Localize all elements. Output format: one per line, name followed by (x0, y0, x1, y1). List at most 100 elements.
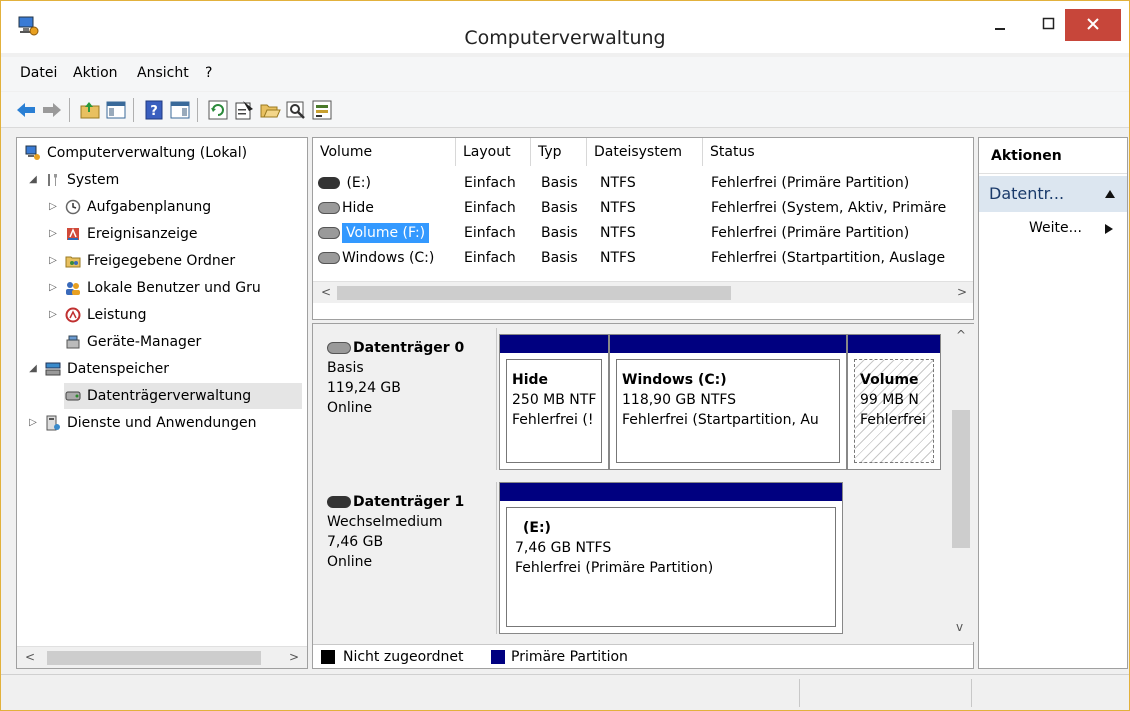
primary-partition-bar (848, 335, 940, 353)
actions-more-item[interactable]: Weite... (979, 214, 1127, 242)
tree-item-geraete-manager[interactable]: Geräte-Manager (17, 329, 307, 355)
tree-item-lokale-benutzer[interactable]: ▷ Lokale Benutzer und Gru (17, 275, 307, 301)
tree-item-datentraegerverwaltung[interactable]: Datenträgerverwaltung (64, 383, 302, 409)
collapsed-arrow-icon[interactable]: ▷ (47, 302, 59, 328)
collapsed-arrow-icon[interactable]: ▷ (47, 248, 59, 274)
disk-volume-icon (318, 252, 340, 264)
scroll-down-icon[interactable]: v (956, 620, 963, 634)
column-header-typ[interactable]: Typ (531, 138, 587, 166)
scrollbar-thumb[interactable] (952, 410, 970, 548)
column-header-status[interactable]: Status (703, 138, 973, 166)
scroll-right-icon[interactable]: > (957, 285, 967, 299)
partition-status: Fehlerfrei (Primäre Partition) (515, 560, 714, 576)
menu-ansicht[interactable]: Ansicht (137, 65, 189, 81)
minimize-button[interactable] (981, 9, 1021, 41)
partition-status: Fehlerfrei (Startpartition, Au (622, 412, 819, 428)
show-action-pane-icon[interactable] (169, 99, 191, 121)
scroll-up-icon[interactable]: ^ (956, 328, 966, 342)
disk-size: 119,24 GB (327, 380, 401, 396)
partition-e[interactable]: (E:) 7,46 GB NTFS Fehlerfrei (Primäre Pa… (499, 482, 843, 634)
scrollbar-thumb[interactable] (47, 651, 261, 665)
tree-item-datenspeicher[interactable]: ◢ Datenspeicher (17, 356, 307, 382)
expanded-arrow-icon[interactable]: ◢ (27, 356, 39, 382)
collapse-arrow-icon[interactable] (1105, 190, 1115, 198)
search-icon[interactable] (285, 99, 307, 121)
tree-item-aufgabenplanung[interactable]: ▷ Aufgabenplanung (17, 194, 307, 220)
menu-aktion[interactable]: Aktion (73, 65, 118, 81)
tree-label: System (67, 172, 120, 188)
tree-item-freigegebene-ordner[interactable]: ▷ Freigegebene Ordner (17, 248, 307, 274)
list-row[interactable]: (E:) Einfach Basis NTFS Fehlerfrei (Prim… (314, 170, 974, 196)
tree-item-system[interactable]: ◢ System (17, 167, 307, 193)
help-icon[interactable]: ? (143, 99, 165, 121)
tree-label: Ereignisanzeige (87, 226, 198, 242)
list-row-selected[interactable]: Volume (F:) Einfach Basis NTFS Fehlerfre… (314, 220, 974, 246)
show-tree-icon[interactable] (105, 99, 127, 121)
tree-item-leistung[interactable]: ▷ Leistung (17, 302, 307, 328)
partition-volume-f[interactable]: Volume 99 MB N Fehlerfrei (847, 334, 941, 470)
tree-item-dienste[interactable]: ▷ Dienste und Anwendungen (17, 410, 307, 436)
graph-vertical-scrollbar[interactable]: ^ v (948, 324, 974, 642)
device-manager-icon (66, 335, 80, 349)
volume-name: Volume (F:) (342, 223, 430, 243)
partition-size: 118,90 GB NTFS (622, 392, 737, 408)
close-button[interactable] (1065, 9, 1121, 41)
refresh-icon[interactable] (207, 99, 229, 121)
legend-primary: Primäre Partition (511, 649, 628, 665)
column-header-dateisystem[interactable]: Dateisystem (587, 138, 703, 166)
primary-partition-bar (500, 335, 608, 353)
disk-size: 7,46 GB (327, 534, 384, 550)
forward-icon[interactable] (41, 99, 63, 121)
partition-hide[interactable]: Hide 250 MB NTF Fehlerfrei (! (499, 334, 609, 470)
tree-horizontal-scrollbar[interactable]: < > (17, 646, 307, 668)
maximize-button[interactable] (1029, 9, 1069, 41)
disk-name: Datenträger 0 (353, 340, 465, 356)
expanded-arrow-icon[interactable]: ◢ (27, 167, 39, 193)
svg-text:?: ? (150, 104, 158, 119)
menu-help[interactable]: ? (205, 65, 212, 81)
collapsed-arrow-icon[interactable]: ▷ (47, 221, 59, 247)
volume-name: (E:) (346, 175, 371, 191)
actions-title: Aktionen (979, 138, 1127, 174)
partition-name: Hide (512, 372, 549, 388)
disk-volume-icon (327, 342, 351, 354)
scrollbar-thumb[interactable] (337, 286, 731, 300)
primary-partition-bar (610, 335, 846, 353)
disk-settings-icon[interactable] (311, 99, 333, 121)
collapsed-arrow-icon[interactable]: ▷ (27, 410, 39, 436)
partition-windows[interactable]: Windows (C:) 118,90 GB NTFS Fehlerfrei (… (609, 334, 847, 470)
collapsed-arrow-icon[interactable]: ▷ (47, 275, 59, 301)
filesystem-cell: NTFS (600, 250, 636, 266)
disk-graphical-view: Datenträger 0 Basis 119,24 GB Online Hid… (312, 323, 974, 669)
scroll-left-icon[interactable]: < (25, 650, 35, 664)
back-icon[interactable] (15, 99, 37, 121)
disk-volume-icon (318, 202, 340, 214)
services-icon (46, 415, 60, 431)
actions-section-header[interactable]: Datentr... (979, 176, 1127, 212)
tree-label: Datenträgerverwaltung (87, 388, 252, 404)
tree-label: Aufgabenplanung (87, 199, 212, 215)
menu-datei[interactable]: Datei (20, 65, 57, 81)
scroll-right-icon[interactable]: > (289, 650, 299, 664)
list-horizontal-scrollbar[interactable]: < > (313, 281, 973, 303)
collapsed-arrow-icon[interactable]: ▷ (47, 194, 59, 220)
primary-partition-bar (500, 483, 842, 501)
tree-item-computerverwaltung[interactable]: Computerverwaltung (Lokal) (17, 140, 307, 166)
up-folder-icon[interactable] (79, 99, 101, 121)
menu-bar: Datei Aktion Ansicht ? (1, 57, 1129, 91)
open-icon[interactable] (259, 99, 281, 121)
disk-1-info[interactable]: Datenträger 1 Wechselmedium 7,46 GB Onli… (317, 482, 497, 634)
scroll-left-icon[interactable]: < (321, 285, 331, 299)
disk-management-icon (65, 391, 81, 401)
actions-pane: Aktionen Datentr... Weite... (978, 137, 1128, 669)
list-row[interactable]: Hide Einfach Basis NTFS Fehlerfrei (Syst… (314, 195, 974, 221)
tree-item-ereignisanzeige[interactable]: ▷ Ereignisanzeige (17, 221, 307, 247)
partition-size: 250 MB NTF (512, 392, 597, 408)
partition-status: Fehlerfrei (860, 412, 926, 428)
properties-icon[interactable] (233, 99, 255, 121)
navigation-tree: Computerverwaltung (Lokal) ◢ System ▷ Au… (16, 137, 308, 669)
column-header-volume[interactable]: Volume (313, 138, 456, 166)
disk-0-info[interactable]: Datenträger 0 Basis 119,24 GB Online (317, 328, 497, 470)
column-header-layout[interactable]: Layout (456, 138, 531, 166)
list-row[interactable]: Windows (C:) Einfach Basis NTFS Fehlerfr… (314, 245, 974, 271)
